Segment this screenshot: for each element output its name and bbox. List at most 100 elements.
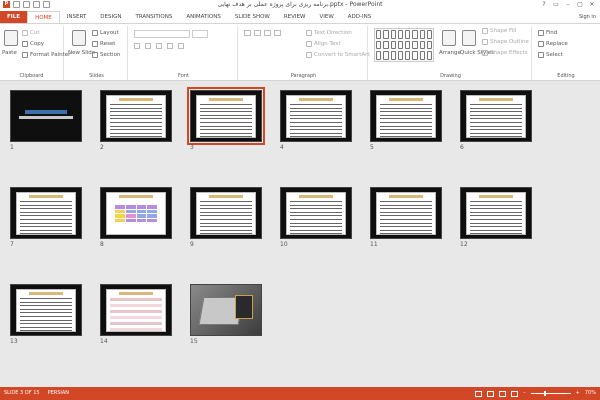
maximize-button[interactable]: ▢	[574, 0, 586, 10]
slide-thumbnail-cell[interactable]: 7	[10, 187, 82, 248]
slide-thumbnail[interactable]	[460, 187, 532, 239]
decrease-indent-icon[interactable]	[264, 30, 271, 36]
align-text-button[interactable]: Align Text	[306, 41, 341, 47]
slide-counter: SLIDE 3 OF 15	[4, 390, 40, 396]
slide-text-line	[290, 104, 342, 105]
close-button[interactable]: ✕	[586, 0, 598, 10]
arrange-icon[interactable]	[442, 30, 456, 46]
slide-thumbnail[interactable]	[460, 90, 532, 142]
shape-effects-button[interactable]: Shape Effects	[482, 50, 528, 56]
slide-thumbnail[interactable]	[190, 187, 262, 239]
shape-outline-button[interactable]: Shape Outline	[482, 39, 529, 45]
slide-thumbnail-cell[interactable]: 8	[100, 187, 172, 248]
tab-file[interactable]: FILE	[0, 11, 28, 23]
slide-sorter-view-icon[interactable]	[487, 390, 495, 397]
minimize-button[interactable]: –	[562, 0, 574, 10]
slide-text-line	[20, 215, 72, 217]
bold-icon[interactable]	[134, 43, 140, 49]
tab-home[interactable]: HOME	[27, 11, 60, 23]
slide-thumbnail-cell[interactable]: 1	[10, 90, 82, 151]
sign-in-link[interactable]: Sign in	[579, 11, 596, 23]
slide-thumbnail-cell[interactable]: 6	[460, 90, 532, 151]
slide-thumbnail[interactable]	[280, 90, 352, 142]
reset-button[interactable]: Reset	[92, 41, 115, 47]
slide-text-line	[20, 204, 72, 206]
replace-button[interactable]: Replace	[538, 41, 568, 47]
slide-thumbnail[interactable]	[370, 90, 442, 142]
help-button[interactable]: ?	[538, 0, 550, 10]
slide-thumbnail-cell[interactable]: 12	[460, 187, 532, 248]
reset-icon	[92, 41, 98, 47]
slide-thumbnail-cell[interactable]: 9	[190, 187, 262, 248]
zoom-slider[interactable]	[530, 391, 571, 396]
slide-heading	[298, 98, 334, 101]
slide-thumbnail[interactable]	[100, 284, 172, 336]
normal-view-icon[interactable]	[475, 390, 483, 397]
slide-thumbnail[interactable]	[10, 187, 82, 239]
numbering-icon[interactable]	[254, 30, 261, 36]
shapes-gallery[interactable]	[374, 28, 434, 62]
slide-thumbnail[interactable]	[370, 187, 442, 239]
slide-heading	[118, 98, 154, 101]
select-button[interactable]: Select	[538, 52, 563, 58]
slide-thumbnail-cell[interactable]: 14	[100, 284, 172, 345]
font-color-icon[interactable]	[178, 43, 184, 49]
zoom-out-icon[interactable]: –	[523, 387, 526, 400]
section-button[interactable]: Section	[92, 52, 120, 58]
language-indicator[interactable]: PERSIAN	[48, 387, 69, 400]
find-button[interactable]: Find	[538, 30, 557, 36]
paste-icon[interactable]	[4, 30, 18, 46]
tab-insert[interactable]: INSERT	[60, 11, 93, 23]
italic-icon[interactable]	[145, 43, 151, 49]
slide-thumbnail-cell[interactable]: 5	[370, 90, 442, 151]
convert-smartart-button[interactable]: Convert to SmartArt	[306, 52, 370, 58]
slide-thumbnail-cell[interactable]: 13	[10, 284, 82, 345]
tab-add-ins[interactable]: ADD-INS	[341, 11, 378, 23]
tab-review[interactable]: REVIEW	[277, 11, 313, 23]
slide-thumbnail-cell[interactable]: 11	[370, 187, 442, 248]
quick-styles-icon[interactable]	[462, 30, 476, 46]
slide-thumbnail-cell[interactable]: 3	[187, 87, 265, 151]
slide-text-line	[290, 222, 342, 224]
slide-text-line	[470, 114, 522, 116]
font-size-box[interactable]	[192, 30, 208, 38]
font-name-box[interactable]	[134, 30, 190, 38]
tab-view[interactable]: VIEW	[312, 11, 340, 23]
strikethrough-icon[interactable]	[167, 43, 173, 49]
arrange-button[interactable]: Arrange	[439, 50, 461, 56]
underline-icon[interactable]	[156, 43, 162, 49]
layout-button[interactable]: Layout	[92, 30, 119, 36]
slide-thumbnail[interactable]	[100, 90, 172, 142]
tab-design[interactable]: DESIGN	[93, 11, 128, 23]
slide-text-line	[470, 125, 522, 127]
increase-indent-icon[interactable]	[274, 30, 281, 36]
slide-thumbnail-cell[interactable]: 4	[280, 90, 352, 151]
zoom-level[interactable]: 70%	[585, 387, 596, 400]
slide-thumbnail[interactable]	[10, 90, 82, 142]
paste-button[interactable]: Paste	[2, 50, 17, 56]
text-direction-button[interactable]: Text Direction	[306, 30, 352, 36]
shape-fill-button[interactable]: Shape Fill	[482, 28, 516, 34]
slide-thumbnail[interactable]	[190, 284, 262, 336]
slide-thumbnail[interactable]	[187, 87, 265, 145]
tab-slide-show[interactable]: SLIDE SHOW	[228, 11, 277, 23]
reading-view-icon[interactable]	[499, 390, 507, 397]
slide-text-line	[290, 122, 342, 123]
slide-thumbnail-cell[interactable]: 15	[190, 284, 262, 345]
slide-thumbnail-cell[interactable]: 10	[280, 187, 352, 248]
bullets-icon[interactable]	[244, 30, 251, 36]
copy-button[interactable]: Copy	[22, 41, 44, 47]
ribbon-display-options-button[interactable]: ▭	[550, 0, 562, 10]
cut-button[interactable]: Cut	[22, 30, 39, 36]
format-painter-button[interactable]: Format Painter	[22, 52, 70, 58]
slide-thumbnail[interactable]	[10, 284, 82, 336]
tab-animations[interactable]: ANIMATIONS	[179, 11, 228, 23]
slide-thumbnail[interactable]	[100, 187, 172, 239]
slide-thumbnail-cell[interactable]: 2	[100, 90, 172, 151]
slideshow-view-icon[interactable]	[511, 390, 519, 397]
zoom-slider-thumb[interactable]	[543, 391, 546, 396]
zoom-in-icon[interactable]: +	[576, 387, 580, 400]
slide-thumbnail[interactable]	[280, 187, 352, 239]
new-slide-icon[interactable]	[72, 30, 86, 46]
tab-transitions[interactable]: TRANSITIONS	[128, 11, 179, 23]
